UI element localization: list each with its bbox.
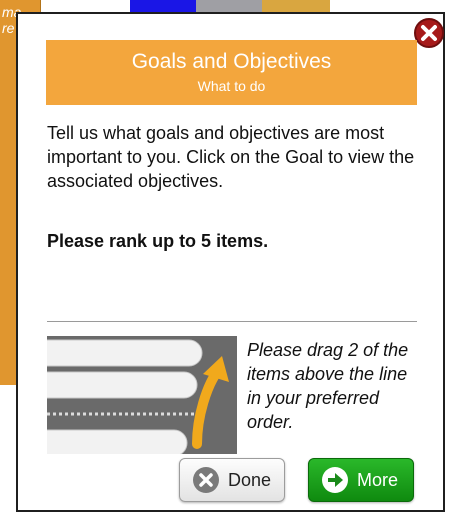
- arrow-right-circle-icon: [321, 466, 349, 494]
- more-label: More: [357, 469, 399, 490]
- close-button[interactable]: [414, 18, 444, 48]
- done-button[interactable]: Done: [179, 458, 285, 502]
- done-label: Done: [228, 469, 272, 490]
- intro-text: Tell us what goals and objectives are mo…: [47, 123, 415, 191]
- close-icon: [421, 25, 437, 41]
- rank-instruction: Please rank up to 5 items.: [47, 231, 269, 251]
- background-tile-blue: [130, 0, 196, 12]
- dialog-title: Goals and Objectives: [131, 50, 332, 73]
- divider-line: [47, 321, 417, 322]
- background-tile-gray: [196, 0, 262, 12]
- drag-instruction: Please drag 2 of the items above the lin…: [247, 340, 409, 432]
- dialog-header: Goals and Objectives What to do: [46, 40, 417, 105]
- drag-reorder-icon: [47, 336, 237, 454]
- dialog-subtitle: What to do: [197, 78, 266, 94]
- drag-illustration: [47, 336, 237, 454]
- x-circle-icon: [192, 466, 220, 494]
- background-tile-gold: [262, 0, 330, 12]
- more-button[interactable]: More: [308, 458, 414, 502]
